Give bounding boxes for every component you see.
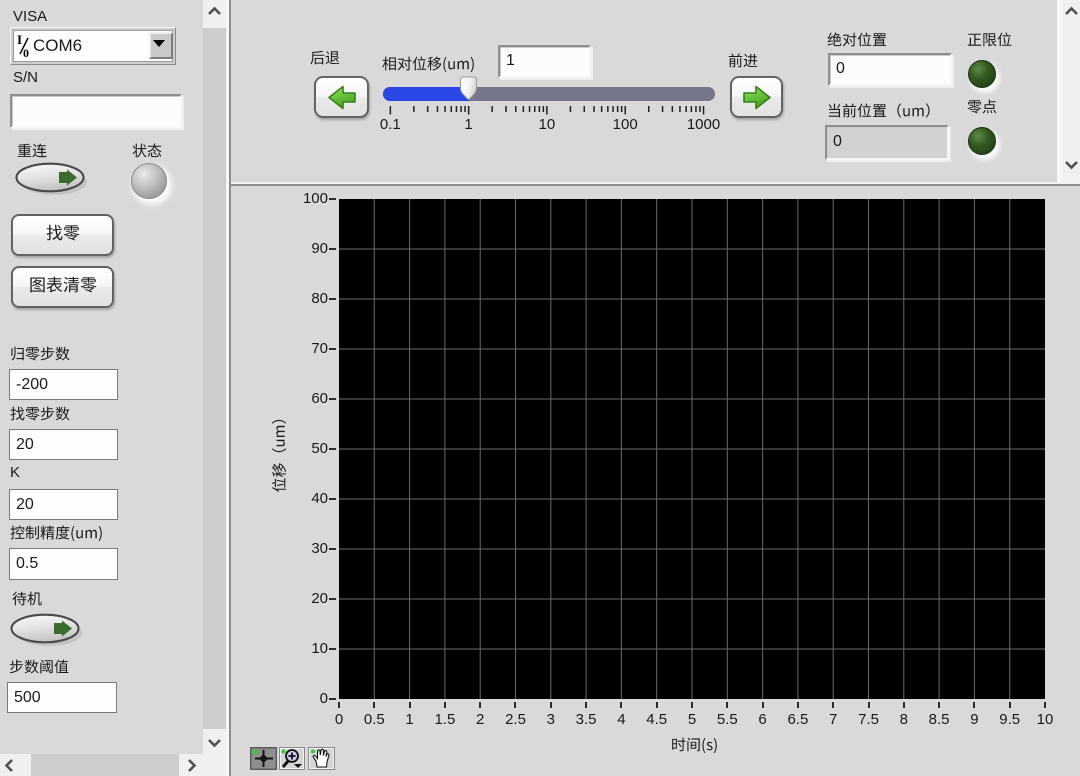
svg-text:0: 0 bbox=[23, 46, 29, 58]
svg-text:I: I bbox=[17, 34, 22, 47]
